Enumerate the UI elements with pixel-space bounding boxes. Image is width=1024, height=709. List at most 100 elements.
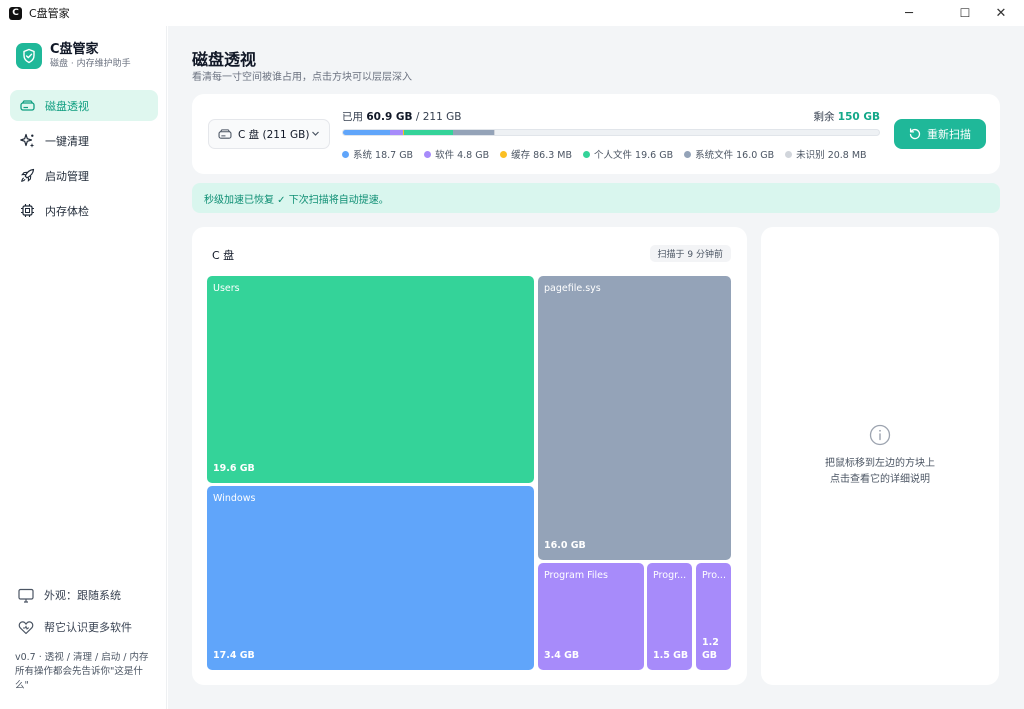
treemap-tile[interactable]: pagefile.sys 16.0 GB	[538, 276, 731, 560]
legend-dot	[785, 150, 793, 158]
tile-size: 1.5 GB	[653, 650, 689, 661]
drive-icon	[19, 98, 35, 114]
sidebar-item-label: 一键清理	[45, 134, 89, 148]
drive-select-value: C 盘 (211 GB)	[238, 128, 310, 141]
usage-segment	[403, 130, 454, 135]
sparkle-icon	[19, 133, 35, 149]
rescan-button[interactable]: 重新扫描	[894, 119, 986, 149]
legend-item: 系统 18.7 GB	[342, 147, 413, 161]
legend-label: 个人文件 19.6 GB	[594, 150, 674, 161]
total-text: / 211 GB	[415, 111, 462, 123]
tile-name: pagefile.sys	[544, 283, 601, 294]
contribute-link[interactable]: 帮它认识更多软件	[18, 619, 132, 635]
notice-banner: 秒级加速已恢复 ✓ 下次扫描将自动提速。	[192, 183, 1000, 213]
brand-subtitle: 磁盘 · 内存维护助手	[50, 59, 131, 69]
usage-segment	[453, 130, 495, 135]
legend-label: 未识别 20.8 MB	[796, 150, 867, 161]
legend-label: 软件 4.8 GB	[435, 150, 490, 161]
legend-item: 个人文件 19.6 GB	[583, 147, 673, 161]
legend-dot	[583, 150, 591, 158]
disk-summary-card: C 盘 (211 GB) 已用 60.9 GB / 211 GB 剩余 150 …	[192, 94, 1000, 174]
treemap-card: C 盘 扫描于 9 分钟前 Users 19.6 GB Windows 17.4 GB…	[192, 227, 747, 685]
detail-hint-line2: 点击查看它的详细说明	[830, 474, 930, 485]
free-value: 150 GB	[837, 111, 880, 123]
sidebar-item-label: 内存体检	[45, 204, 89, 218]
treemap-tile[interactable]: Pro... 1.2 GB	[696, 563, 731, 670]
contribute-label: 帮它认识更多软件	[44, 621, 132, 634]
legend-dot	[684, 150, 692, 158]
app-icon: C	[9, 6, 22, 20]
legend-dot	[424, 150, 432, 158]
version-info: v0.7 · 透视 / 清理 / 启动 / 内存 所有操作都会先告诉你"这是什么…	[15, 651, 155, 693]
sidebar-item-disk-view[interactable]: 磁盘透视	[10, 90, 158, 121]
legend-dot	[342, 150, 349, 158]
drive-select[interactable]: C 盘 (211 GB)	[208, 119, 330, 149]
tile-name: Program Files	[544, 570, 608, 581]
detail-hint: 把鼠标移到左边的方块上 点击查看它的详细说明	[761, 456, 999, 488]
version-text: v0.7 · 透视 / 清理 / 启动 / 内存	[15, 652, 149, 663]
legend-item: 缓存 86.3 MB	[500, 147, 572, 161]
tile-name: Windows	[213, 493, 256, 504]
tile-size: 16.0 GB	[544, 540, 586, 551]
drive-icon	[218, 128, 232, 140]
legend-item: 软件 4.8 GB	[424, 147, 489, 161]
chevron-down-icon	[311, 129, 320, 141]
tile-size: 3.4 GB	[544, 650, 580, 661]
brand: C盘管家 磁盘 · 内存维护助手	[16, 42, 131, 70]
tile-name: Progr...	[653, 570, 687, 581]
sidebar: C盘管家 磁盘 · 内存维护助手 磁盘透视 一键清理 启动管理 内存体检 外观：…	[0, 26, 167, 709]
tile-size: 1.2 GB	[702, 637, 719, 661]
legend-item: 系统文件 16.0 GB	[684, 147, 774, 161]
scan-time-badge: 扫描于 9 分钟前	[649, 245, 731, 262]
usage-bar	[342, 129, 880, 136]
used-value: 60.9 GB	[366, 111, 413, 123]
sidebar-item-memory[interactable]: 内存体检	[10, 195, 158, 226]
minimize-button[interactable]: ─	[886, 0, 932, 26]
detail-panel: 把鼠标移到左边的方块上 点击查看它的详细说明	[761, 227, 999, 685]
shield-check-icon	[16, 43, 42, 69]
main-content: 磁盘透视 看清每一寸空间被谁占用，点击方块可以层层深入 C 盘 (211 GB)…	[168, 26, 1024, 709]
legend-label: 缓存 86.3 MB	[511, 150, 573, 161]
sidebar-item-label: 磁盘透视	[45, 99, 89, 113]
monitor-icon	[18, 587, 34, 603]
appearance-toggle[interactable]: 外观：跟随系统	[18, 587, 121, 603]
usage-legend: 系统 18.7 GB 软件 4.8 GB 缓存 86.3 MB 个人文件 19.6 G…	[342, 147, 878, 161]
detail-hint-line1: 把鼠标移到左边的方块上	[825, 458, 935, 469]
usage-segment	[494, 130, 496, 135]
appearance-label: 外观：跟随系统	[44, 589, 121, 602]
sidebar-item-startup[interactable]: 启动管理	[10, 160, 158, 191]
sidebar-item-cleanup[interactable]: 一键清理	[10, 125, 158, 156]
close-button[interactable]: ✕	[978, 0, 1024, 26]
rocket-icon	[19, 168, 35, 184]
usage-segment	[390, 130, 403, 135]
tile-size: 19.6 GB	[213, 463, 255, 474]
page-subtitle: 看清每一寸空间被谁占用，点击方块可以层层深入	[192, 72, 412, 83]
heart-icon	[18, 619, 34, 635]
safety-note: 所有操作都会先告诉你"这是什么"	[15, 666, 143, 691]
page-title: 磁盘透视	[192, 50, 257, 69]
rescan-label: 重新扫描	[927, 128, 971, 141]
legend-label: 系统 18.7 GB	[353, 150, 414, 161]
tile-name: Users	[213, 283, 240, 294]
legend-item: 未识别 20.8 MB	[785, 147, 867, 161]
window-title: C盘管家	[29, 7, 70, 20]
sidebar-item-label: 启动管理	[45, 169, 89, 183]
treemap-tile[interactable]: Program Files 3.4 GB	[538, 563, 644, 670]
tile-name: Pro...	[702, 570, 726, 581]
chip-icon	[19, 203, 35, 219]
tile-size: 17.4 GB	[213, 650, 255, 661]
treemap-tile[interactable]: Users 19.6 GB	[207, 276, 534, 483]
usage-segment	[343, 130, 391, 135]
brand-name: C盘管家	[50, 42, 99, 57]
used-prefix: 已用	[342, 111, 363, 123]
treemap-title: C 盘	[212, 249, 235, 262]
treemap-tile[interactable]: Progr... 1.5 GB	[647, 563, 692, 670]
refresh-icon	[909, 128, 921, 140]
legend-dot	[500, 150, 508, 158]
info-icon	[869, 424, 891, 449]
treemap-tile[interactable]: Windows 17.4 GB	[207, 486, 534, 670]
free-prefix: 剩余	[813, 111, 835, 123]
used-space: 已用 60.9 GB / 211 GB	[342, 109, 461, 124]
free-space: 剩余 150 GB	[813, 109, 880, 124]
window-titlebar: C C盘管家 ─ ☐ ✕	[0, 0, 1024, 26]
